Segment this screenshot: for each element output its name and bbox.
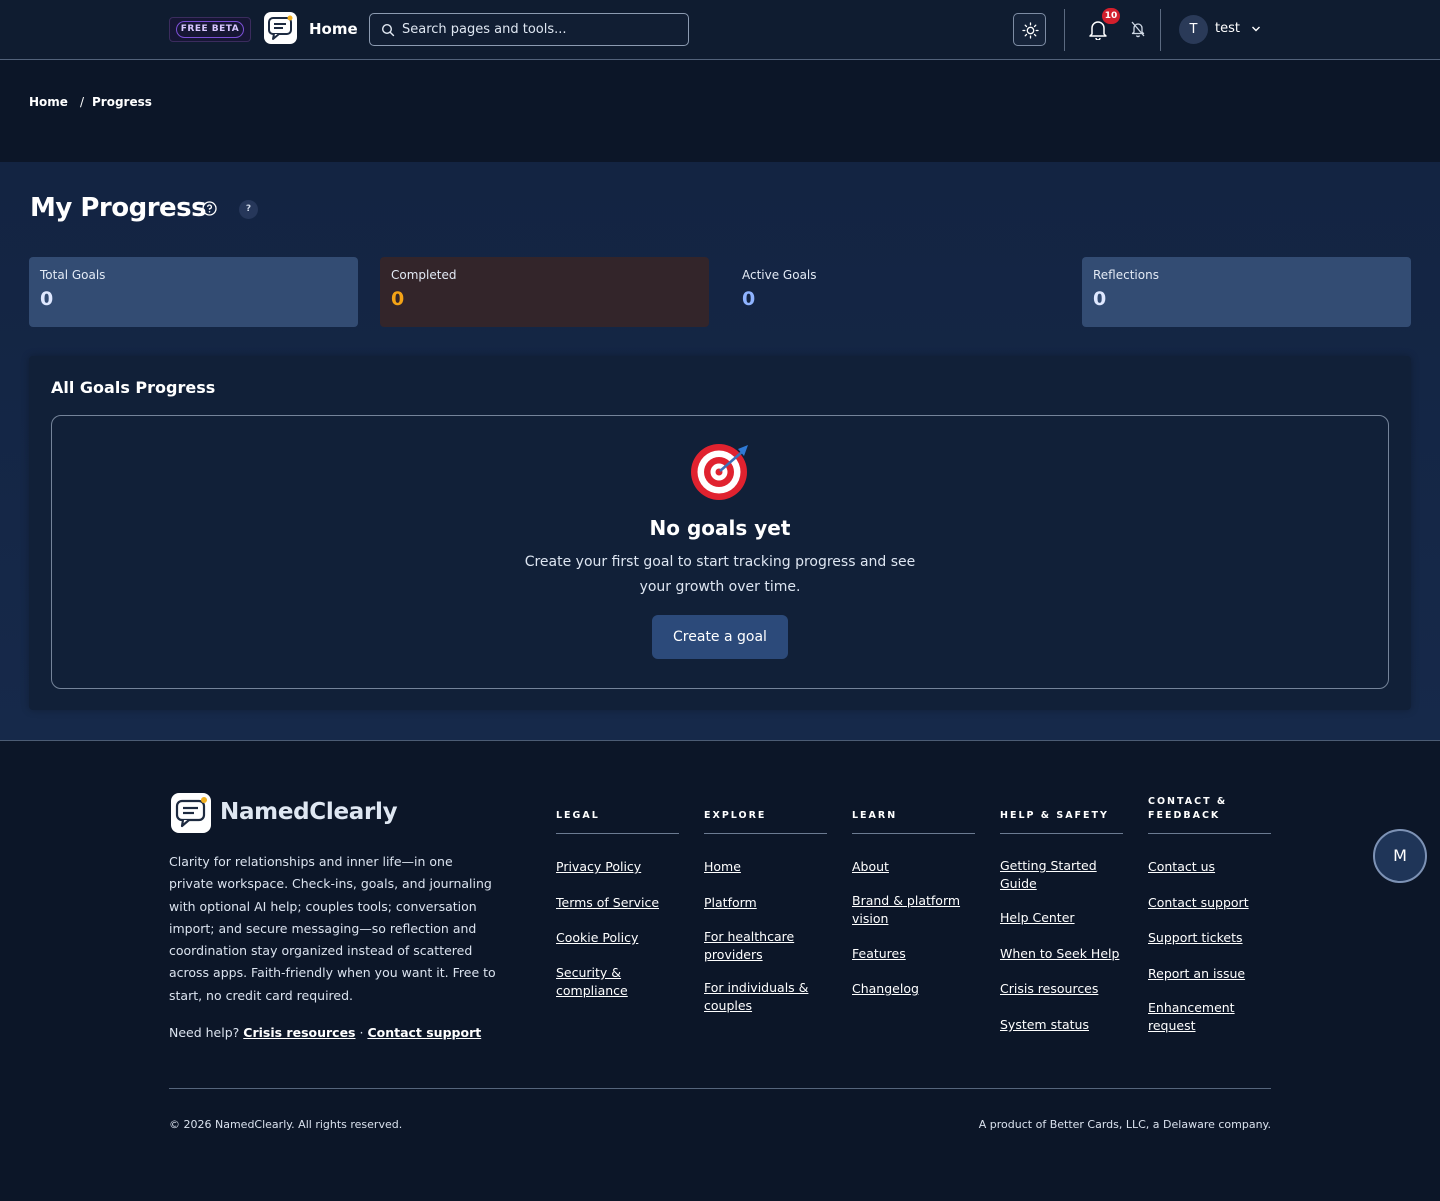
footer-link[interactable]: Contact us bbox=[1148, 858, 1271, 876]
footer-link[interactable]: Home bbox=[704, 858, 827, 876]
free-beta-badge: FREE BETA bbox=[169, 17, 251, 42]
footer-link[interactable]: About bbox=[852, 858, 975, 876]
bell-off-icon[interactable] bbox=[1130, 20, 1146, 38]
footer-link[interactable]: Enhancement request bbox=[1148, 999, 1243, 1035]
footer-link[interactable]: Getting Started Guide bbox=[1000, 857, 1105, 893]
footer-column-heading: LEARN bbox=[852, 797, 975, 834]
footer-link[interactable]: For individuals & couples bbox=[704, 979, 810, 1015]
target-icon bbox=[691, 444, 748, 500]
floating-assistant-button[interactable]: M bbox=[1373, 829, 1427, 883]
footer-column-heading: CONTACT & FEEDBACK bbox=[1148, 796, 1271, 834]
footer-link[interactable]: Cookie Policy bbox=[556, 929, 679, 947]
need-help-label: Need help? bbox=[169, 1025, 240, 1040]
contact-support-link[interactable]: Contact support bbox=[367, 1025, 481, 1040]
footer-link[interactable]: Help Center bbox=[1000, 909, 1123, 927]
footer-column-help-safety: HELP & SAFETY Getting Started Guide Help… bbox=[1000, 797, 1123, 1032]
panel-title: All Goals Progress bbox=[51, 378, 216, 397]
stat-label: Reflections bbox=[1093, 268, 1159, 282]
stat-card-total-goals: Total Goals 0 bbox=[29, 257, 358, 327]
footer-link[interactable]: Terms of Service bbox=[556, 894, 679, 912]
footer-column-learn: LEARN About Brand & platform vision Feat… bbox=[852, 797, 975, 996]
brand-logo-icon[interactable] bbox=[171, 793, 211, 833]
brand-description: Clarity for relationships and inner life… bbox=[169, 854, 496, 1003]
copyright-text: © 2026 NamedClearly. All rights reserved… bbox=[169, 1118, 403, 1131]
footer-link[interactable]: System status bbox=[1000, 1016, 1123, 1034]
home-link[interactable]: Home bbox=[309, 20, 358, 38]
footer-link[interactable]: Platform bbox=[704, 894, 827, 912]
need-help-line: Need help? Crisis resources · Contact su… bbox=[169, 1025, 481, 1040]
stat-value: 0 bbox=[742, 288, 756, 310]
app-logo-icon[interactable] bbox=[264, 12, 297, 44]
footer-column-heading: LEGAL bbox=[556, 797, 679, 834]
divider bbox=[1160, 9, 1161, 51]
help-circle-icon[interactable] bbox=[201, 200, 218, 217]
create-goal-button[interactable]: Create a goal bbox=[652, 615, 788, 659]
breadcrumb-current: Progress bbox=[92, 95, 152, 109]
stat-value: 0 bbox=[391, 288, 405, 310]
sun-icon bbox=[1022, 22, 1039, 39]
footer-link[interactable]: Security & compliance bbox=[556, 964, 648, 1000]
footer-link[interactable]: For healthcare providers bbox=[704, 928, 804, 964]
search-input[interactable]: Search pages and tools... bbox=[369, 13, 689, 46]
brand-name: NamedClearly bbox=[220, 799, 398, 825]
breadcrumb-separator: / bbox=[80, 95, 85, 109]
stat-card-active-goals: Active Goals 0 bbox=[731, 257, 1060, 327]
footer-link[interactable]: When to Seek Help bbox=[1000, 945, 1123, 963]
search-icon bbox=[381, 23, 395, 37]
footer-link[interactable]: Report an issue bbox=[1148, 965, 1271, 983]
footer-link[interactable]: Support tickets bbox=[1148, 929, 1271, 947]
footer-link[interactable]: Changelog bbox=[852, 980, 975, 998]
stat-label: Active Goals bbox=[742, 268, 817, 282]
footer-column-legal: LEGAL Privacy Policy Terms of Service Co… bbox=[556, 797, 679, 998]
stat-value: 0 bbox=[40, 288, 54, 310]
empty-state-description: Create your first goal to start tracking… bbox=[524, 554, 916, 595]
stat-card-completed: Completed 0 bbox=[380, 257, 709, 327]
footer-link[interactable]: Brand & platform vision bbox=[852, 892, 962, 928]
search-placeholder: Search pages and tools... bbox=[402, 22, 567, 37]
stat-label: Completed bbox=[391, 268, 457, 282]
footer-column-contact-feedback: CONTACT & FEEDBACK Contact us Contact su… bbox=[1148, 796, 1271, 1033]
company-text: A product of Better Cards, LLC, a Delawa… bbox=[978, 1118, 1271, 1131]
footer-column-heading: HELP & SAFETY bbox=[1000, 797, 1123, 834]
chevron-down-icon[interactable] bbox=[1251, 24, 1261, 34]
stat-label: Total Goals bbox=[40, 268, 106, 282]
notification-count-badge: 10 bbox=[1102, 8, 1120, 24]
top-navigation-bar: FREE BETA Home Search pages and tools... bbox=[0, 0, 1440, 60]
dot-separator: · bbox=[359, 1025, 364, 1040]
divider bbox=[1064, 9, 1065, 51]
page-title: My Progress bbox=[30, 193, 207, 223]
stat-card-reflections: Reflections 0 bbox=[1082, 257, 1411, 327]
empty-state-title: No goals yet bbox=[649, 516, 791, 540]
footer-bottom-divider bbox=[169, 1088, 1271, 1089]
footer-column-explore: EXPLORE Home Platform For healthcare pro… bbox=[704, 797, 827, 1013]
theme-toggle-button[interactable] bbox=[1013, 13, 1046, 46]
crisis-resources-link[interactable]: Crisis resources bbox=[243, 1025, 355, 1040]
avatar[interactable]: T bbox=[1179, 15, 1208, 44]
footer-column-heading: EXPLORE bbox=[704, 797, 827, 834]
free-beta-label: FREE BETA bbox=[176, 21, 244, 38]
help-badge[interactable]: ? bbox=[239, 200, 258, 219]
footer-divider bbox=[0, 740, 1440, 741]
breadcrumb-home[interactable]: Home bbox=[29, 95, 68, 109]
stat-value: 0 bbox=[1093, 288, 1107, 310]
footer-link[interactable]: Contact support bbox=[1148, 894, 1271, 912]
footer-link[interactable]: Features bbox=[852, 945, 975, 963]
user-name[interactable]: test bbox=[1215, 21, 1240, 36]
footer-link[interactable]: Crisis resources bbox=[1000, 980, 1123, 998]
footer-link[interactable]: Privacy Policy bbox=[556, 858, 679, 876]
